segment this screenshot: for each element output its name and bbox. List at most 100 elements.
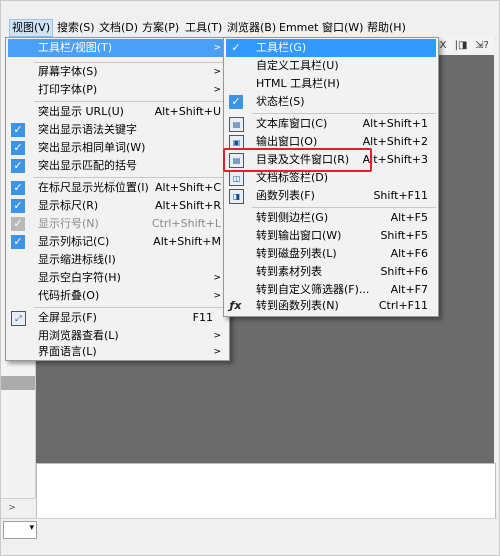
menu-item-label: 全屏显示(F) [38,311,97,324]
menu-item-highlight-brackets[interactable]: ✓ 突出显示匹配的括号 [8,157,227,175]
menu-item-show-column-marker[interactable]: ✓ 显示列标记(C) Alt+Shift+M [8,233,227,251]
status-area: ▾ [1,518,497,539]
menu-item-label: 代码折叠(O) [38,289,100,302]
chevron-down-icon: ▾ [29,523,34,533]
menu-item-label: 突出显示相同单词(W) [38,141,146,154]
side-panel-block [1,376,35,390]
submenu-arrow-icon: > [213,43,221,53]
menu-item-print-font[interactable]: 打印字体(P) > [8,81,227,99]
split-view-icon[interactable]: |◨ [454,39,468,53]
menu-item-function-list[interactable]: ◨ 函数列表(F) Shift+F11 [226,187,436,205]
view-menu: 工具栏/视图(T) > 屏幕字体(S) > 打印字体(P) > 突出显示 URL… [5,37,230,361]
menu-item-shortcut: Alt+Shift+R [155,199,221,212]
menu-item-label: 函数列表(F) [256,189,315,202]
menu-item-show-ruler[interactable]: ✓ 显示标尺(R) Alt+Shift+R [8,197,227,215]
menu-item-shortcut: Shift+F11 [373,189,428,202]
menu-item-shortcut: Shift+F6 [380,265,428,278]
menu-item-label: 工具栏/视图(T) [38,41,113,54]
menu-item-show-whitespace[interactable]: 显示空白字符(H) > [8,269,227,287]
menu-item-ui-language[interactable]: 界面语言(L) > [8,343,227,361]
menu-item-custom-toolbar[interactable]: 自定义工具栏(U) [226,57,436,75]
menu-item-label: 工具栏(G) [256,41,307,54]
check-icon: ✓ [11,235,25,249]
submenu-arrow-icon: > [213,347,221,357]
menu-item-shortcut: Ctrl+Shift+L [151,217,221,230]
menu-emmet[interactable]: Emmet [277,20,320,36]
menu-item-ruler-cursor[interactable]: ✓ 在标尺显示光标位置(I) Alt+Shift+C [8,179,227,197]
side-scrollbar[interactable]: > [1,498,35,517]
menu-browser[interactable]: 浏览器(B) [225,20,278,36]
menu-item-status-bar[interactable]: ✓ 状态栏(S) [226,93,436,111]
menu-item-toolbar-view[interactable]: 工具栏/视图(T) > [8,39,227,57]
submenu-arrow-icon: > [213,291,221,301]
menu-item-label: 转到侧边栏(G) [256,211,329,224]
function-list-icon: ◨ [229,189,244,204]
menu-item-label: 突出显示 URL(U) [38,105,124,118]
check-icon: ✓ [229,95,243,109]
submenu-arrow-icon: > [213,67,221,77]
menu-item-shortcut: Alt+Shift+2 [362,135,428,148]
menu-item-goto-output[interactable]: 转到输出窗口(W) Shift+F5 [226,227,436,245]
menu-item-goto-asset-list[interactable]: 转到素材列表 Shift+F6 [226,263,436,281]
menu-item-label: 文本库窗口(C) [256,117,328,130]
menu-separator [252,113,436,114]
menu-item-html-toolbar[interactable]: HTML 工具栏(H) [226,75,436,93]
menu-item-label: 突出显示匹配的括号 [38,159,137,172]
menu-item-label: 显示列标记(C) [38,235,110,248]
menu-window[interactable]: 窗口(W) [320,20,365,36]
menu-item-goto-function-list[interactable]: ƒx 转到函数列表(N) Ctrl+F11 [226,297,436,315]
menu-item-screen-font[interactable]: 屏幕字体(S) > [8,63,227,81]
menu-item-fullscreen[interactable]: ⤢ 全屏显示(F) F11 [8,309,227,327]
menu-item-shortcut: F11 [192,311,213,324]
menu-item-label: 转到输出窗口(W) [256,229,342,242]
menu-view[interactable]: 视图(V) [9,19,54,37]
menu-item-highlight-url[interactable]: 突出显示 URL(U) Alt+Shift+U [8,103,227,121]
menu-item-code-folding[interactable]: 代码折叠(O) > [8,287,227,305]
menu-item-label: 突出显示语法关键字 [38,123,137,136]
menu-item-label: 显示行号(N) [38,217,99,230]
check-icon: ✓ [231,41,241,54]
menu-document[interactable]: 文档(D) [97,20,140,36]
toolbar-submenu: ✓ 工具栏(G) 自定义工具栏(U) HTML 工具栏(H) ✓ 状态栏(S) … [223,37,439,317]
menu-item-shortcut: Alt+Shift+C [154,181,221,194]
submenu-arrow-icon: > [213,273,221,283]
menu-item-label: 状态栏(S) [256,95,305,108]
menu-search[interactable]: 搜索(S) [55,20,97,36]
menu-tools[interactable]: 工具(T) [183,20,224,36]
check-icon: ✓ [11,181,25,195]
menu-item-text-library[interactable]: ▤ 文本库窗口(C) Alt+Shift+1 [226,115,436,133]
menu-item-label: 转到磁盘列表(L) [256,247,337,260]
menu-item-label: 转到素材列表 [256,265,322,278]
menu-separator [34,307,227,308]
menu-help[interactable]: 帮助(H) [365,20,408,36]
menu-item-label: 显示空白字符(H) [38,271,121,284]
menu-item-goto-disk-list[interactable]: 转到磁盘列表(L) Alt+F6 [226,245,436,263]
menu-scheme[interactable]: 方案(P) [140,20,181,36]
menu-item-goto-sidebar[interactable]: 转到侧边栏(G) Alt+F5 [226,209,436,227]
menu-separator [34,177,227,178]
menu-separator [252,207,436,208]
menu-item-label: HTML 工具栏(H) [256,77,340,90]
menu-item-label: 界面语言(L) [38,345,97,358]
menu-item-shortcut: Alt+Shift+U [154,105,221,118]
menu-item-highlight-keywords[interactable]: ✓ 突出显示语法关键字 [8,121,227,139]
chevron-right-icon[interactable]: > [5,501,19,515]
menu-item-shortcut: Alt+F5 [390,211,428,224]
menu-item-shortcut: Shift+F5 [380,229,428,242]
menu-item-highlight-same-words[interactable]: ✓ 突出显示相同单词(W) [8,139,227,157]
context-help-icon[interactable]: ⇲? [472,39,492,53]
output-panel[interactable] [36,463,496,519]
menu-item-shortcut: Alt+Shift+M [153,235,221,248]
submenu-arrow-icon: > [213,85,221,95]
menu-item-toolbar[interactable]: ✓ 工具栏(G) [226,39,436,57]
dropdown[interactable]: ▾ [3,521,37,539]
menu-item-label: 显示标尺(R) [38,199,99,212]
check-icon: ✓ [11,159,25,173]
menu-item-label: 打印字体(P) [38,83,98,96]
menu-item-label: 屏幕字体(S) [38,65,98,78]
menu-item-show-line-numbers[interactable]: ✓ 显示行号(N) Ctrl+Shift+L [8,215,227,233]
check-icon: ✓ [11,123,25,137]
menu-item-show-indent-guides[interactable]: 显示缩进标线(I) [8,251,227,269]
menu-item-label: 显示缩进标线(I) [38,253,116,266]
menu-item-label: 自定义工具栏(U) [256,59,339,72]
